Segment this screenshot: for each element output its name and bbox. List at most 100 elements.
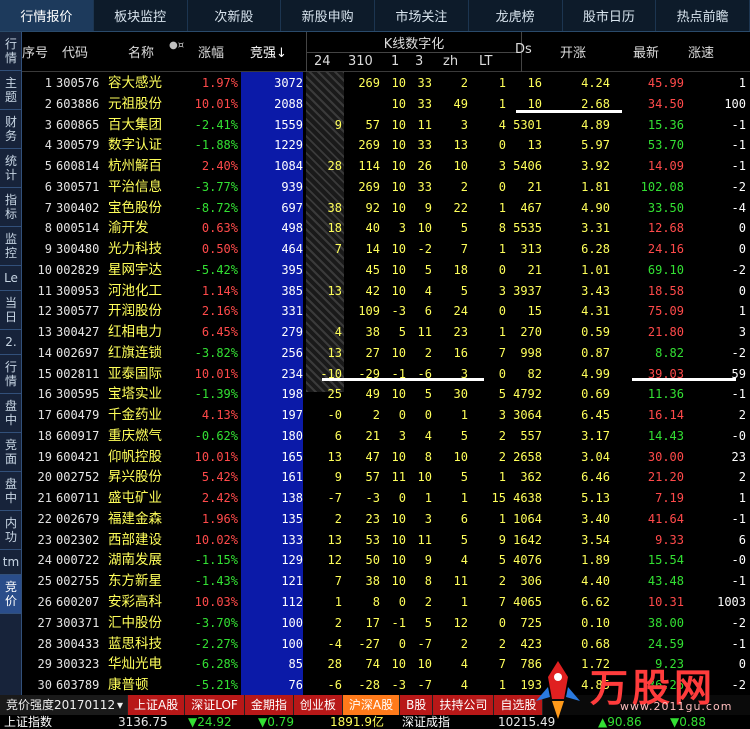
ds-value: 21 xyxy=(527,179,542,194)
table-row[interactable]: 20 002752 昇兴股份 5.42% 161 9 57 11 10 5 1 362 6.46 21.2… xyxy=(22,466,750,488)
table-row[interactable]: 22 002679 福建金森 1.96% 135 2 23 10 3 6 1 1064 3.40 41.6… xyxy=(22,508,750,530)
left-tab[interactable]: 竞价 xyxy=(0,575,21,614)
board-tab-gem[interactable]: 创业板 xyxy=(293,695,343,715)
kline-310: 38 xyxy=(365,574,380,589)
tab-quote[interactable]: 行情报价 xyxy=(0,0,94,31)
left-tab[interactable]: 财务 xyxy=(0,110,21,149)
header-name[interactable]: 名称 xyxy=(128,42,154,61)
header-k3[interactable]: 3 xyxy=(415,54,423,69)
kline-lt: 3 xyxy=(498,283,506,298)
table-row[interactable]: 2 603886 元祖股份 10.01% 2088 10 33 49 1 10 2.68 34.50 1… xyxy=(22,93,750,115)
table-row[interactable]: 10 002829 星网宇达 -5.42% 395 45 10 5 18 0 21 1.01 69.10… xyxy=(22,259,750,281)
table-row[interactable]: 13 300427 红相电力 6.45% 279 4 38 5 11 23 1 270 0.59 21.8… xyxy=(22,321,750,343)
table-row[interactable]: 23 002302 西部建设 10.02% 133 13 53 10 11 5 9 1642 3.54 9… xyxy=(22,529,750,551)
header-rise-speed[interactable]: 涨速 xyxy=(688,42,714,61)
header-idx[interactable]: 序号 xyxy=(22,42,48,61)
tab-new-stocks[interactable]: 次新股 xyxy=(188,0,282,31)
left-tab[interactable]: 行情 xyxy=(0,355,21,394)
board-tab-hs-a[interactable]: 沪深A股 xyxy=(342,695,401,715)
header-change-pct[interactable]: 涨幅 xyxy=(198,42,224,61)
table-row[interactable]: 28 300433 蓝思科技 -2.27% 100 -4 -27 0 -7 2 2 423 0.68 24… xyxy=(22,633,750,655)
left-tab[interactable]: 2. xyxy=(0,330,21,355)
strength-date-selector[interactable]: 竞价强度20170112 ▾ xyxy=(0,695,128,715)
header-ds[interactable]: Ds xyxy=(515,42,532,57)
table-row[interactable]: 16 300595 宝塔实业 -1.39% 198 25 49 10 5 30 5 4792 0.69 1… xyxy=(22,383,750,405)
latest-price: 8.82 xyxy=(655,345,684,360)
left-tab[interactable]: 监控 xyxy=(0,227,21,266)
change-pct: 0.50% xyxy=(201,242,238,257)
left-tab[interactable]: 盘中 xyxy=(0,472,21,511)
table-row[interactable]: 8 000514 渝开发 0.63% 498 18 40 3 10 5 8 5535 3.31 12.68… xyxy=(22,217,750,239)
header-kzh[interactable]: zh xyxy=(443,54,458,69)
table-row[interactable]: 6 300571 平治信息 -3.77% 939 269 10 33 2 0 21 1.81 102.0… xyxy=(22,176,750,198)
header-klt[interactable]: LT xyxy=(479,54,492,69)
tab-market-focus[interactable]: 市场关注 xyxy=(375,0,469,31)
header-k310[interactable]: 310 xyxy=(348,54,373,69)
board-tab-sh-a[interactable]: 上证A股 xyxy=(128,695,186,715)
stock-name: 昇兴股份 xyxy=(108,469,162,486)
kline-zh: 49 xyxy=(453,96,468,111)
kline-1: 10 xyxy=(391,657,406,672)
board-tab-futures[interactable]: 金期指 xyxy=(244,695,294,715)
table-row[interactable]: 26 600207 安彩高科 10.03% 112 1 8 0 2 1 7 4065 6.62 10.31… xyxy=(22,591,750,613)
table-row[interactable]: 17 600479 千金药业 4.13% 197 -0 2 0 0 1 3 3064 6.45 16.14… xyxy=(22,404,750,426)
table-row[interactable]: 24 000722 湖南发展 -1.15% 129 12 50 10 9 4 5 4076 1.89 15… xyxy=(22,549,750,571)
open-rise: 1.01 xyxy=(581,262,610,277)
board-tab-sz-lof[interactable]: 深证LOF xyxy=(185,695,245,715)
table-row[interactable]: 14 002697 红旗连锁 -3.82% 256 13 27 10 2 16 7 998 0.87 8.… xyxy=(22,342,750,364)
stock-name: 康普顿 xyxy=(108,677,149,694)
kline-3: 33 xyxy=(417,138,432,153)
left-tab[interactable]: Le xyxy=(0,266,21,291)
left-tab[interactable]: 盘中 xyxy=(0,394,21,433)
table-row[interactable]: 19 600421 仰帆控股 10.01% 165 13 47 10 8 10 2 2658 3.04 3… xyxy=(22,446,750,468)
index-name[interactable]: 上证指数 xyxy=(4,715,52,729)
row-index: 23 xyxy=(37,532,52,547)
table-row[interactable]: 7 300402 宝色股份 -8.72% 697 38 92 10 9 22 1 467 4.90 33.… xyxy=(22,197,750,219)
header-latest[interactable]: 最新 xyxy=(633,42,659,61)
left-tab[interactable]: 内功 xyxy=(0,511,21,550)
left-tab[interactable]: 主题 xyxy=(0,71,21,110)
kline-1: 10 xyxy=(391,138,406,153)
left-tab[interactable]: 竞面 xyxy=(0,433,21,472)
table-row[interactable]: 12 300577 开润股份 2.16% 331 109 -3 6 24 0 15 4.31 75.09… xyxy=(22,300,750,322)
kline-310: 53 xyxy=(365,532,380,547)
table-row[interactable]: 5 600814 杭州解百 2.40% 1084 28 114 10 26 10 3 5406 3.92… xyxy=(22,155,750,177)
table-row[interactable]: 4 300579 数字认证 -1.88% 1229 269 10 33 13 0 13 5.97 53.… xyxy=(22,134,750,156)
table-row[interactable]: 18 600917 重庆燃气 -0.62% 180 6 21 3 4 5 2 557 3.17 14.43… xyxy=(22,425,750,447)
kline-lt: 9 xyxy=(498,532,506,547)
row-index: 30 xyxy=(37,678,52,693)
kline-310: 17 xyxy=(365,615,380,630)
table-row[interactable]: 1 300576 容大感光 1.97% 3072 269 10 33 2 1 16 4.24 45.99… xyxy=(22,72,750,94)
board-tab-support[interactable]: 扶持公司 xyxy=(433,695,495,715)
table-row[interactable]: 11 300953 河池化工 1.14% 385 13 42 10 4 5 3 3937 3.43 18.… xyxy=(22,280,750,302)
tab-ipo-subscribe[interactable]: 新股申购 xyxy=(281,0,375,31)
open-rise: 0.69 xyxy=(581,387,610,402)
rise-speed: -1 xyxy=(731,117,746,132)
tab-hot-preview[interactable]: 热点前瞻 xyxy=(656,0,750,31)
kline-3: 33 xyxy=(417,96,432,111)
header-strength-sorted[interactable]: 竞强↓ xyxy=(250,42,287,61)
index-value: 3136.75 xyxy=(118,715,168,729)
left-tab[interactable]: tm xyxy=(0,550,21,575)
tab-market-calendar[interactable]: 股市日历 xyxy=(563,0,657,31)
sz-index-name[interactable]: 深证成指 xyxy=(402,715,450,729)
table-row[interactable]: 21 600711 盛屯矿业 2.42% 138 -7 -3 0 1 1 15 4638 5.13 7.1… xyxy=(22,487,750,509)
table-row[interactable]: 27 300371 汇中股份 -3.70% 100 2 17 -1 5 12 0 725 0.10 38.… xyxy=(22,612,750,634)
table-row[interactable]: 9 300480 光力科技 0.50% 464 7 14 10 -2 7 1 313 6.28 24.16… xyxy=(22,238,750,260)
table-row[interactable]: 25 002755 东方新星 -1.43% 121 7 38 10 8 11 2 306 4.40 43.… xyxy=(22,570,750,592)
header-k24[interactable]: 24 xyxy=(314,54,331,69)
board-tab-b-share[interactable]: B股 xyxy=(400,695,434,715)
header-open-rise[interactable]: 开涨 xyxy=(560,42,586,61)
open-rise: 1.81 xyxy=(581,179,610,194)
tab-sector-monitor[interactable]: 板块监控 xyxy=(94,0,188,31)
left-tab[interactable]: 指标 xyxy=(0,188,21,227)
header-code[interactable]: 代码 xyxy=(62,42,88,61)
left-tab[interactable]: 行情 xyxy=(0,32,21,71)
table-row[interactable]: 3 600865 百大集团 -2.41% 1559 9 57 10 11 3 4 5301 4.89 15… xyxy=(22,114,750,136)
kline-lt: 3 xyxy=(498,159,506,174)
left-tab[interactable]: 统计 xyxy=(0,149,21,188)
table-row[interactable]: 15 002811 亚泰国际 10.01% 234 -10 -29 -1 -6 3 0 82 4.99 3… xyxy=(22,363,750,385)
left-tab[interactable]: 当日 xyxy=(0,291,21,330)
tab-dragon-tiger[interactable]: 龙虎榜 xyxy=(469,0,563,31)
header-k1[interactable]: 1 xyxy=(391,54,399,69)
